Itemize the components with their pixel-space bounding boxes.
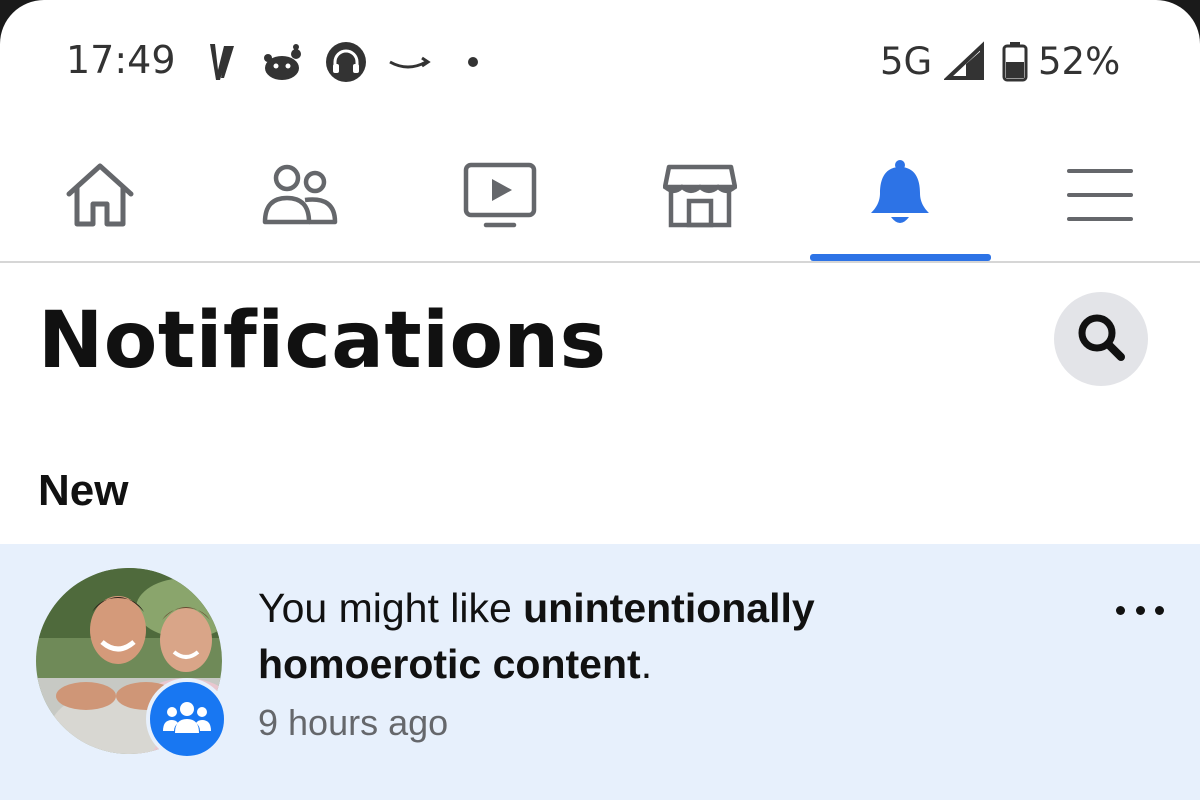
tab-divider <box>0 261 1200 263</box>
tab-marketplace[interactable] <box>610 130 790 260</box>
notification-text: You might like unintentionally homoeroti… <box>258 580 1018 692</box>
reddit-icon <box>260 40 304 89</box>
amazon-icon <box>386 40 434 89</box>
search-button[interactable] <box>1054 292 1148 386</box>
notification-time: 9 hours ago <box>258 702 449 743</box>
more-options-icon-dot <box>1135 605 1145 615</box>
more-options-button[interactable] <box>1116 590 1164 630</box>
headphones-icon <box>324 40 368 89</box>
friends-icon <box>261 162 339 228</box>
status-bar: 17:49 5G 52% <box>0 0 1200 120</box>
phone-screen: 17:49 5G 52% Notifications New You might… <box>0 0 1200 800</box>
tab-watch[interactable] <box>410 130 590 260</box>
dot-icon <box>466 40 480 89</box>
tab-friends[interactable] <box>210 130 390 260</box>
more-options-icon-dot <box>1155 605 1164 615</box>
status-time: 17:49 <box>66 38 176 82</box>
v-app-icon <box>204 40 240 89</box>
search-icon <box>1073 309 1129 370</box>
notification-text-prefix: You might like <box>258 585 524 631</box>
tab-menu[interactable] <box>1010 130 1190 260</box>
bell-icon <box>867 159 933 231</box>
group-icon <box>162 699 212 740</box>
notification-text-suffix: . <box>640 641 653 687</box>
marketplace-icon <box>663 161 737 229</box>
menu-icon <box>1067 167 1133 223</box>
section-label-new: New <box>38 466 129 515</box>
group-badge <box>146 678 228 760</box>
battery-label: 52% <box>1038 40 1121 83</box>
home-icon <box>63 160 137 230</box>
page-title: Notifications <box>38 296 607 386</box>
battery-icon <box>1002 40 1028 89</box>
tab-home[interactable] <box>10 130 190 260</box>
tab-bar <box>0 130 1200 260</box>
tab-notifications[interactable] <box>810 130 990 260</box>
signal-icon <box>942 40 986 89</box>
network-label: 5G <box>880 40 933 83</box>
more-options-icon <box>1116 605 1125 615</box>
video-icon <box>462 161 538 229</box>
active-tab-indicator <box>810 254 991 261</box>
